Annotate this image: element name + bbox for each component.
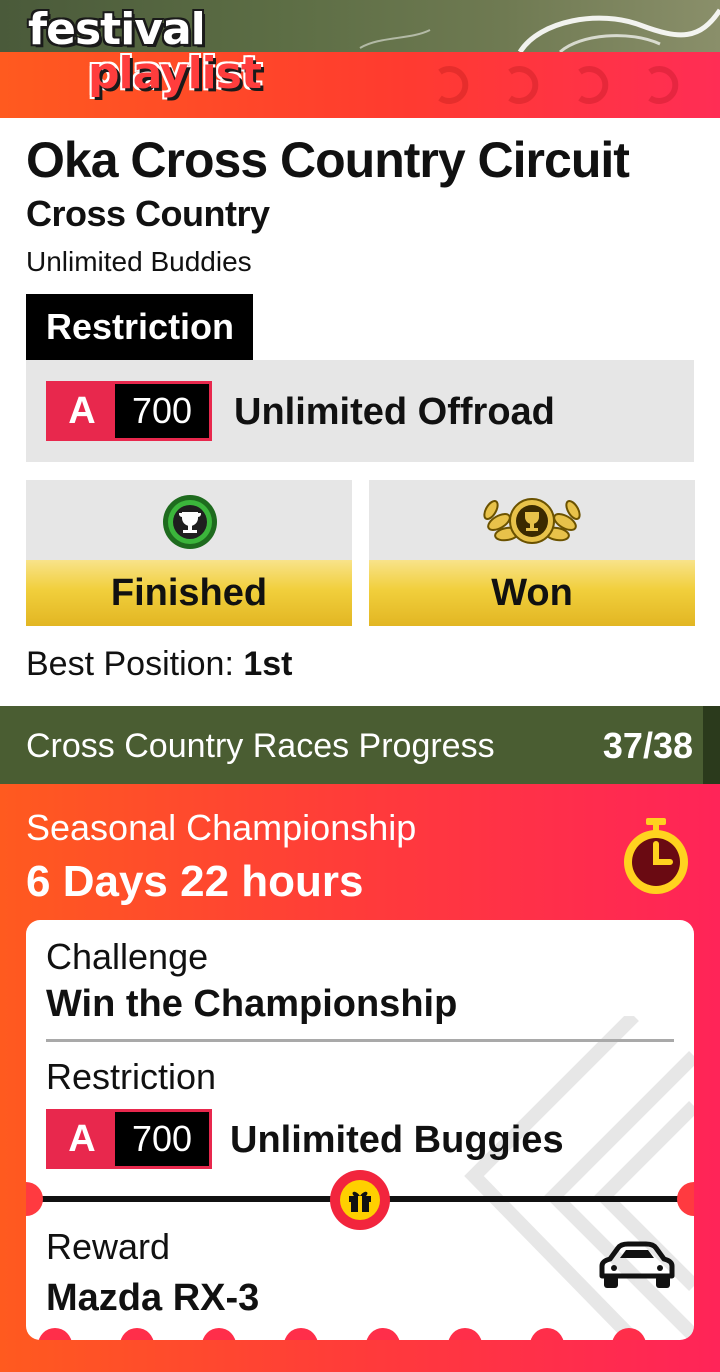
progress-label: Cross Country Races Progress <box>26 727 495 765</box>
best-position: Best Position: 1st <box>26 642 292 686</box>
ticket-scallop <box>120 1328 154 1340</box>
divider <box>46 1039 674 1042</box>
pattern-decoration <box>438 66 679 104</box>
class-badge: A 700 <box>46 381 212 441</box>
pi-value: 700 <box>115 1112 209 1166</box>
event-title: Oka Cross Country Circuit <box>26 132 630 188</box>
festival-playlist-logo: festival playlist <box>28 4 262 99</box>
pi-value: 700 <box>115 384 209 438</box>
championship-restriction-name: Unlimited Buggies <box>230 1119 564 1161</box>
restriction-panel: A 700 Unlimited Offroad <box>26 360 694 462</box>
ticket-scallop <box>284 1328 318 1340</box>
championship-time-left: 6 Days 22 hours <box>26 857 364 906</box>
stopwatch-icon <box>624 818 688 894</box>
championship-restriction-label: Restriction <box>46 1056 217 1097</box>
restriction-heading: Restriction <box>26 294 253 360</box>
status-label: Won <box>369 560 695 626</box>
challenge-value: Win the Championship <box>46 983 458 1025</box>
ticket-scallop <box>38 1328 72 1340</box>
challenge-label: Challenge <box>46 936 209 977</box>
reward-label: Reward <box>46 1226 171 1267</box>
gift-icon <box>330 1170 390 1230</box>
event-subtitle: Unlimited Buddies <box>26 246 252 277</box>
best-position-value: 1st <box>243 645 293 683</box>
status-won: Won <box>369 480 695 626</box>
championship-label: Seasonal Championship <box>26 807 417 848</box>
ticket-scallop <box>202 1328 236 1340</box>
event-type: Cross Country <box>26 193 270 234</box>
car-icon <box>599 1241 675 1288</box>
class-badge: A 700 <box>46 1109 212 1169</box>
class-letter: A <box>68 390 96 432</box>
status-label: Finished <box>26 560 352 626</box>
trophy-icon <box>163 495 217 549</box>
progress-count: 37/38 <box>602 725 693 766</box>
ticket-notch-left <box>26 1182 43 1216</box>
reward-value: Mazda RX-3 <box>46 1277 260 1319</box>
status-finished: Finished <box>26 480 352 626</box>
progress-remaining <box>703 706 720 784</box>
best-position-label: Best Position: <box>26 645 244 683</box>
seasonal-championship-panel: Seasonal Championship 6 Days 22 hours Ch… <box>0 784 720 1372</box>
championship-card: Challenge Win the Championship Restricti… <box>26 920 694 1340</box>
class-letter: A <box>68 1118 96 1160</box>
races-progress-bar: Cross Country Races Progress 37/38 <box>0 706 720 784</box>
laurel-trophy-icon <box>483 498 581 544</box>
header-banner: festival playlist <box>0 0 720 118</box>
restriction-name: Unlimited Offroad <box>234 391 555 433</box>
